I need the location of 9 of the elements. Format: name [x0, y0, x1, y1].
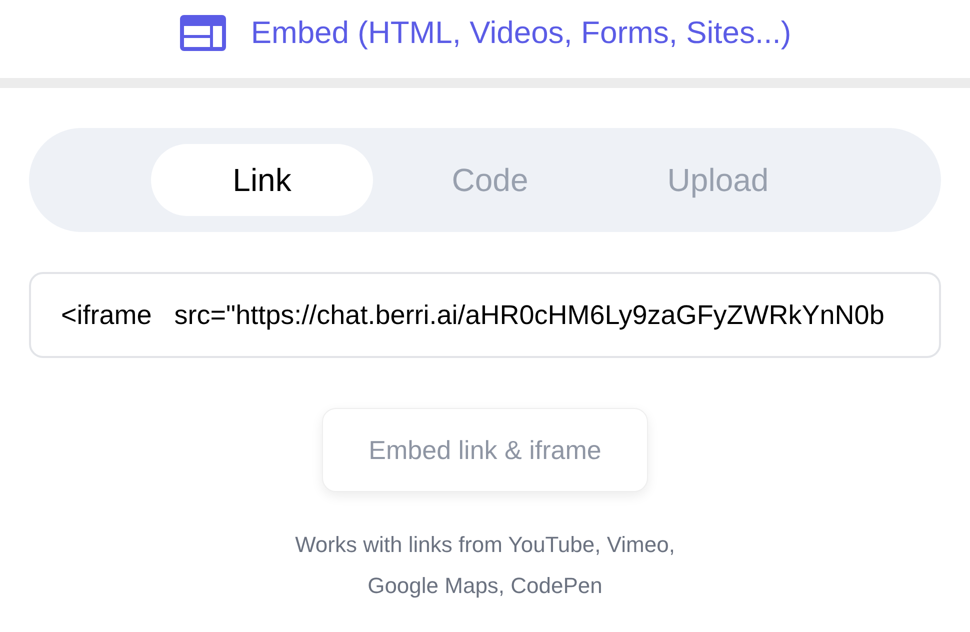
- tab[interactable]: Upload: [607, 144, 829, 216]
- layout-icon: [178, 14, 227, 52]
- tab[interactable]: Code: [379, 144, 601, 216]
- help-text: Works with links from YouTube, Vimeo,: [295, 531, 675, 559]
- header-title: Embed (HTML, Videos, Forms, Sites...): [250, 14, 792, 52]
- tab[interactable]: Link: [151, 144, 373, 216]
- link-field[interactable]: <iframe src="https://chat.berri.ai/aHR0cHM6Ly9zaGFyZWRkYnN0b: [29, 272, 941, 358]
- help-text: Google Maps, CodePen: [368, 572, 602, 600]
- embed-button[interactable]: Embed link & iframe: [322, 408, 648, 492]
